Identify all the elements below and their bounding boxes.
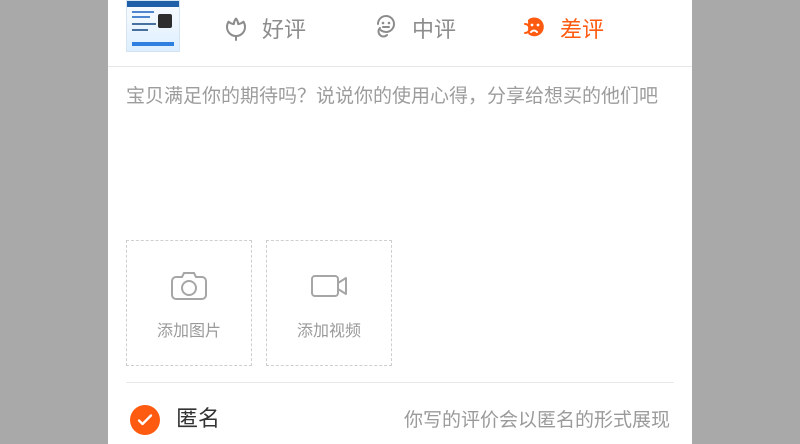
anonymous-hint: 你写的评价会以匿名的形式展现 [403, 409, 670, 431]
thumbnail-footer-band [132, 42, 174, 46]
flower-icon [220, 12, 252, 44]
content-divider [126, 382, 674, 383]
sad-icon [518, 12, 550, 44]
rating-bad-label: 差评 [560, 18, 605, 43]
add-photo-button[interactable]: 添加图片 [126, 240, 252, 366]
thumbnail-text-line [132, 16, 150, 18]
rating-header: 好评 中评 差评 [108, 0, 692, 67]
check-icon [137, 414, 153, 426]
anonymous-row: 匿名 你写的评价会以匿名的形式展现 [108, 392, 692, 444]
video-camera-icon [308, 269, 350, 303]
thumbnail-text-line [132, 29, 148, 31]
rating-medium[interactable]: 中评 [370, 8, 456, 48]
meh-icon [370, 12, 402, 44]
rating-good[interactable]: 好评 [220, 8, 306, 48]
thumbnail-text-line [132, 11, 154, 13]
add-video-label: 添加视频 [296, 321, 361, 340]
add-photo-label: 添加图片 [156, 321, 221, 340]
rating-medium-label: 中评 [412, 18, 457, 43]
add-video-button[interactable]: 添加视频 [266, 240, 392, 366]
review-panel: 好评 中评 差评 宝贝满足你的期待吗？说说你的使用心得，分享给想买的他们吧 添加… [108, 0, 692, 444]
rating-bad[interactable]: 差评 [518, 8, 604, 48]
thumbnail-top-stripe [127, 1, 179, 7]
anonymous-label: 匿名 [176, 407, 221, 432]
anonymous-checkbox[interactable] [130, 405, 160, 435]
product-thumbnail [126, 0, 180, 52]
review-textarea[interactable] [126, 80, 674, 200]
thumbnail-device [158, 14, 172, 28]
camera-icon [168, 269, 210, 303]
thumbnail-text-line [132, 23, 156, 25]
rating-good-label: 好评 [262, 18, 307, 43]
